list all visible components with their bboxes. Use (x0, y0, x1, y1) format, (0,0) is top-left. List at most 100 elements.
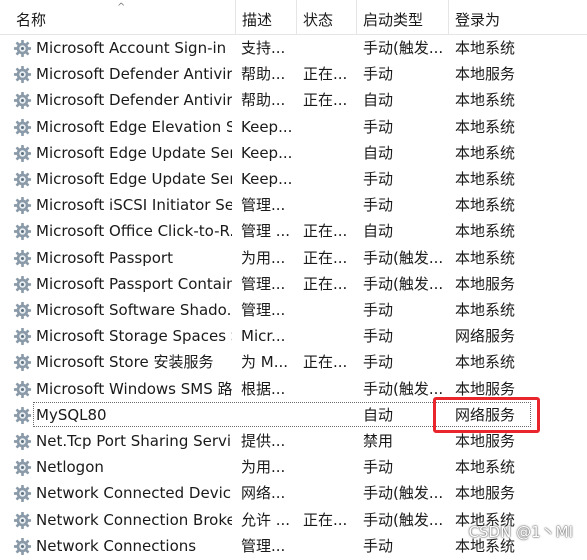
service-row[interactable]: Microsoft Edge Update Ser... Keep... 自动 本地系… (0, 140, 587, 166)
service-startup-type: 手动(触发... (363, 511, 444, 529)
service-status (303, 192, 351, 218)
service-name: Microsoft Edge Update Ser... (36, 170, 232, 188)
service-gear-icon (13, 65, 32, 84)
service-row[interactable]: Microsoft Edge Elevation S... Keep... 手动 本地… (0, 114, 587, 140)
service-description (241, 402, 291, 428)
service-gear-icon (13, 118, 32, 137)
service-name: Microsoft Edge Update Ser... (36, 144, 232, 162)
service-row[interactable]: Microsoft Software Shado... 管理... 手动 本地系统 (0, 297, 587, 323)
service-startup-type: 自动 (363, 91, 394, 109)
service-name: Microsoft Account Sign-in ... (36, 39, 232, 57)
service-logon-as: 网络服务 (455, 327, 516, 345)
service-logon-as: 本地系统 (455, 118, 516, 136)
service-status: 正在... (303, 65, 348, 83)
service-status (303, 166, 351, 192)
service-status: 正在... (303, 249, 348, 267)
service-gear-icon (13, 170, 32, 189)
service-row[interactable]: Microsoft Account Sign-in ... 支持... 手动(触发.… (0, 35, 587, 61)
service-description: 为 M... (241, 353, 289, 371)
service-description: Keep... (241, 118, 291, 136)
service-name: Netlogon (36, 458, 104, 476)
service-logon-as: 本地系统 (455, 301, 516, 319)
service-description: 为用... (241, 249, 286, 267)
service-description: 为用... (241, 458, 286, 476)
service-gear-icon (13, 249, 32, 268)
service-gear-icon (13, 327, 32, 346)
service-status (303, 297, 351, 323)
column-header-startup-type[interactable]: 启动类型 (356, 0, 448, 34)
annotation-highlight-box (433, 397, 540, 433)
service-name: Microsoft Store 安装服务 (36, 353, 214, 371)
sort-ascending-icon: ^ (117, 2, 126, 13)
service-logon-as: 本地系统 (455, 39, 516, 57)
service-gear-icon (13, 275, 32, 294)
watermark: CSDN @1丶MI (468, 523, 573, 541)
service-description: 管理... (241, 537, 286, 555)
service-description: 管理... (241, 196, 286, 214)
service-gear-icon (13, 458, 32, 477)
service-description: 根据... (241, 380, 286, 398)
service-description: Keep... (241, 144, 291, 162)
column-header-status[interactable]: 状态 (296, 0, 356, 34)
service-row[interactable]: Microsoft iSCSI Initiator Ser... 管理... 手动 本… (0, 192, 587, 218)
service-name: Network Connected Devic... (36, 484, 232, 502)
service-description: 管理 ... (241, 222, 291, 240)
service-description: 管理... (241, 301, 286, 319)
service-row[interactable]: Microsoft Storage Spaces S... Micr... 手动 网络… (0, 323, 587, 349)
service-startup-type: 手动 (363, 327, 394, 345)
service-startup-type: 手动 (363, 65, 394, 83)
service-logon-as: 本地系统 (455, 144, 516, 162)
service-gear-icon (13, 196, 32, 215)
service-name: Microsoft Office Click-to-R... (36, 222, 232, 240)
service-gear-icon (13, 301, 32, 320)
service-gear-icon (13, 380, 32, 399)
service-row[interactable]: Microsoft Store 安装服务 为 M... 正在... 手动 本地系统 (0, 349, 587, 375)
column-header-logon-as[interactable]: 登录为 (448, 0, 587, 34)
service-name: Network Connection Broker (36, 511, 232, 529)
service-row[interactable]: Netlogon 为用... 手动 本地系统 (0, 454, 587, 480)
service-description: 管理... (241, 275, 286, 293)
service-name: Microsoft Edge Elevation S... (36, 118, 232, 136)
service-startup-type: 手动 (363, 170, 394, 188)
service-row[interactable]: Microsoft Passport Container 管理... 正在... 手动… (0, 271, 587, 297)
service-startup-type: 手动(触发... (363, 39, 444, 57)
service-status (303, 35, 351, 61)
service-row[interactable]: Microsoft Edge Update Ser... Keep... 手动 本地系… (0, 166, 587, 192)
column-header-description[interactable]: 描述 (235, 0, 295, 34)
service-status: 正在... (303, 275, 348, 293)
service-status: 正在... (303, 222, 348, 240)
service-description: 帮助... (241, 65, 286, 83)
service-name: Microsoft Passport (36, 249, 173, 267)
service-row[interactable]: Microsoft Defender Antivir... 帮助... 正在... 手… (0, 61, 587, 87)
service-logon-as: 本地系统 (455, 91, 516, 109)
service-row[interactable]: Network Connected Devic... 网络... 手动(触发... 本… (0, 480, 587, 506)
service-gear-icon (13, 353, 32, 372)
service-name: Microsoft Storage Spaces S... (36, 327, 232, 345)
service-description: 帮助... (241, 91, 286, 109)
service-row[interactable]: Microsoft Defender Antivir... 帮助... 正在... 自… (0, 87, 587, 113)
service-name: Net.Tcp Port Sharing Service (36, 432, 232, 450)
service-gear-icon (13, 222, 32, 241)
service-status (303, 376, 351, 402)
service-startup-type: 手动 (363, 196, 394, 214)
service-name: Microsoft Defender Antivir... (36, 65, 232, 83)
service-status (303, 454, 351, 480)
service-name: Microsoft iSCSI Initiator Ser... (36, 196, 232, 214)
service-startup-type: 手动 (363, 118, 394, 136)
service-row[interactable]: Microsoft Passport 为用... 正在... 手动(触发... 本地系统 (0, 245, 587, 271)
service-status: 正在... (303, 91, 348, 109)
service-gear-icon (13, 511, 32, 530)
service-startup-type: 手动(触发... (363, 249, 444, 267)
service-startup-type: 自动 (363, 144, 394, 162)
service-startup-type: 手动 (363, 537, 394, 555)
service-logon-as: 本地服务 (455, 65, 516, 83)
service-logon-as: 本地服务 (455, 275, 516, 293)
service-row[interactable]: Microsoft Office Click-to-R... 管理 ... 正在..… (0, 218, 587, 244)
service-description: Micr... (241, 327, 286, 345)
service-gear-icon (13, 484, 32, 503)
service-status (303, 323, 351, 349)
service-logon-as: 本地系统 (455, 170, 516, 188)
service-status: 正在... (303, 353, 348, 371)
service-name: Microsoft Windows SMS 路... (36, 380, 232, 398)
service-gear-icon (13, 432, 32, 451)
